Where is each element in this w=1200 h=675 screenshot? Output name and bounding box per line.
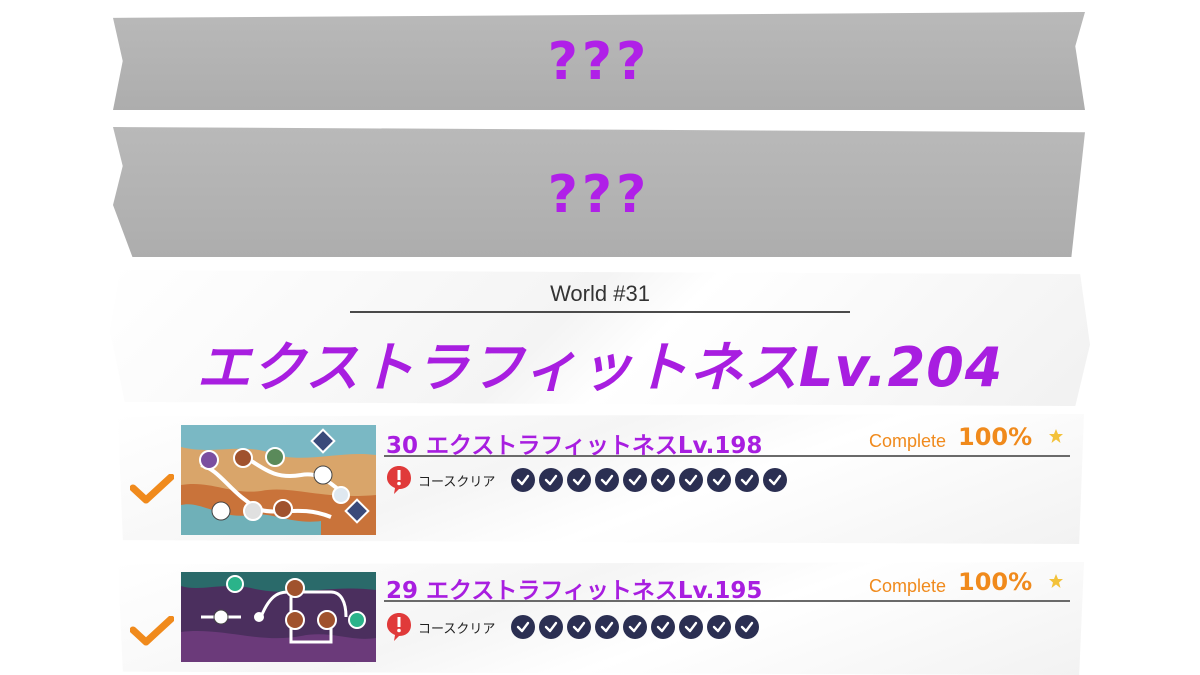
course-map-thumbnail bbox=[181, 572, 376, 662]
alert-icon bbox=[387, 466, 411, 494]
course-clear-label: コースクリア bbox=[418, 475, 496, 490]
check-circle-icon bbox=[595, 468, 619, 492]
check-circle-icon bbox=[623, 615, 647, 639]
check-circle-icon bbox=[763, 468, 787, 492]
check-circle-icon bbox=[511, 615, 535, 639]
check-circle-icon bbox=[707, 468, 731, 492]
star-icon bbox=[1049, 574, 1063, 588]
course-map-thumbnail bbox=[181, 425, 376, 535]
check-circle-icon bbox=[651, 615, 675, 639]
locked-world-label: ??? bbox=[547, 32, 651, 92]
check-circle-icon bbox=[539, 468, 563, 492]
clear-checks bbox=[511, 468, 787, 492]
complete-percent: 100% bbox=[958, 568, 1033, 596]
divider bbox=[384, 455, 1070, 457]
divider bbox=[384, 600, 1070, 602]
world-number: World #31 bbox=[550, 281, 650, 306]
check-circle-icon bbox=[679, 615, 703, 639]
complete-percent: 100% bbox=[958, 423, 1033, 451]
check-circle-icon bbox=[595, 615, 619, 639]
checkmark-icon bbox=[130, 474, 174, 504]
check-circle-icon bbox=[679, 468, 703, 492]
world-title: エクストラフィットネスLv.204 bbox=[196, 336, 1004, 399]
clear-checks bbox=[511, 615, 759, 639]
check-circle-icon bbox=[539, 615, 563, 639]
locked-world-banner[interactable]: ??? bbox=[113, 127, 1085, 257]
locked-world-label: ??? bbox=[547, 165, 651, 225]
check-circle-icon bbox=[567, 615, 591, 639]
check-circle-icon bbox=[623, 468, 647, 492]
star-icon bbox=[1049, 429, 1063, 443]
divider bbox=[350, 311, 850, 313]
alert-icon bbox=[387, 613, 411, 641]
checkmark-icon bbox=[130, 616, 174, 646]
check-circle-icon bbox=[651, 468, 675, 492]
complete-label: Complete bbox=[869, 431, 947, 451]
complete-label: Complete bbox=[869, 576, 947, 596]
check-circle-icon bbox=[511, 468, 535, 492]
check-circle-icon bbox=[567, 468, 591, 492]
check-circle-icon bbox=[735, 615, 759, 639]
check-circle-icon bbox=[735, 468, 759, 492]
check-circle-icon bbox=[707, 615, 731, 639]
locked-world-banner[interactable]: ??? bbox=[113, 12, 1085, 110]
course-clear-label: コースクリア bbox=[418, 622, 496, 637]
